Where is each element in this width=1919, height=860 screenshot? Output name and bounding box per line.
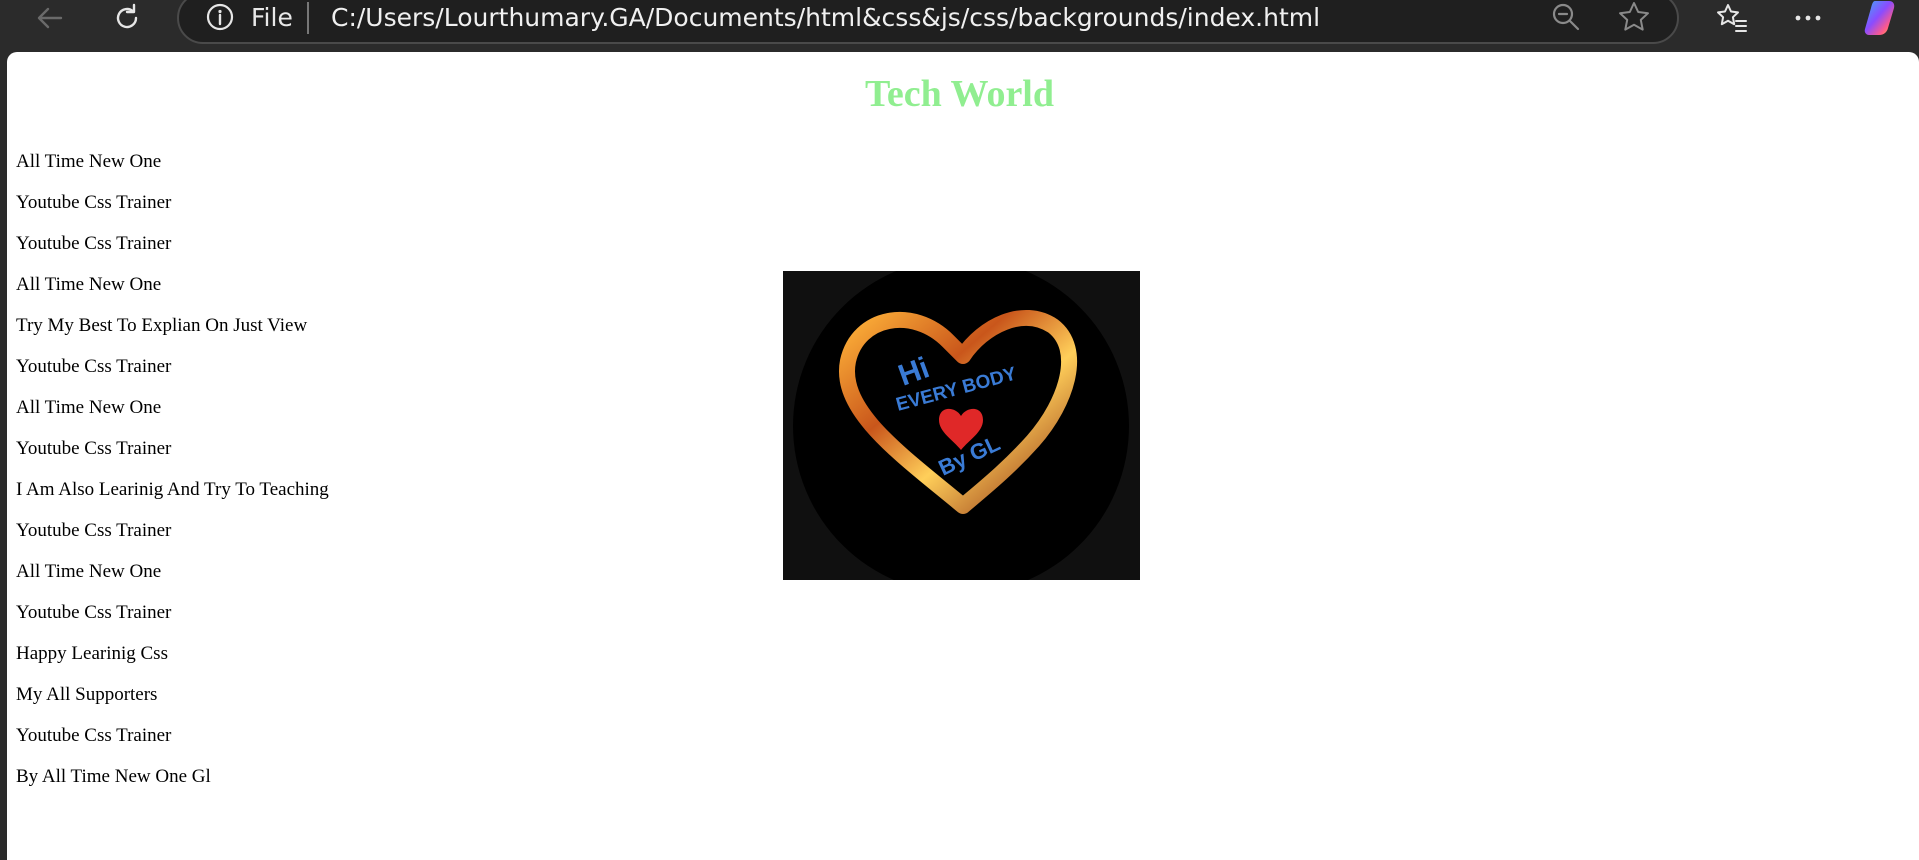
- favorite-star-icon[interactable]: [1617, 0, 1651, 34]
- more-options-button[interactable]: [1784, 0, 1832, 36]
- list-item: Youtube Css Trainer: [16, 438, 172, 459]
- list-item: All Time New One: [16, 397, 162, 418]
- back-arrow-icon: [37, 7, 63, 29]
- list-item: I Am Also Learinig And Try To Teaching: [16, 479, 329, 500]
- zoom-out-icon[interactable]: [1551, 2, 1581, 32]
- address-bar[interactable]: File C:/Users/Lourthumary.GA/Documents/h…: [177, 0, 1679, 44]
- address-separator: [307, 2, 309, 34]
- page-viewport: Tech World All Time New One Youtube Css …: [7, 52, 1919, 860]
- copilot-button[interactable]: [1860, 0, 1908, 36]
- list-item: Youtube Css Trainer: [16, 725, 172, 746]
- list-item: Happy Learinig Css: [16, 643, 168, 664]
- list-item: All Time New One: [16, 274, 162, 295]
- list-item: Try My Best To Explian On Just View: [16, 315, 308, 336]
- background-logo-image: Hi EVERY BODY By GL: [783, 258, 1140, 594]
- list-item: By All Time New One Gl: [16, 766, 211, 787]
- list-item: Youtube Css Trainer: [16, 602, 172, 623]
- file-scheme-label: File: [251, 3, 293, 32]
- refresh-button[interactable]: [103, 0, 151, 36]
- url-text[interactable]: C:/Users/Lourthumary.GA/Documents/html&c…: [331, 3, 1320, 32]
- text-lines-list: All Time New One Youtube Css Trainer You…: [16, 141, 329, 797]
- info-icon[interactable]: [205, 2, 235, 32]
- browser-toolbar: File C:/Users/Lourthumary.GA/Documents/h…: [0, 0, 1919, 52]
- page-title: Tech World: [865, 73, 1054, 115]
- list-item: All Time New One: [16, 561, 162, 582]
- copilot-icon: [1864, 1, 1895, 35]
- list-item: Youtube Css Trainer: [16, 356, 172, 377]
- list-item: All Time New One: [16, 151, 162, 172]
- favorites-list-icon: [1717, 4, 1747, 32]
- refresh-icon: [116, 3, 138, 29]
- favorites-button[interactable]: [1708, 0, 1756, 36]
- list-item: Youtube Css Trainer: [16, 192, 172, 213]
- more-options-icon: [1795, 15, 1821, 21]
- back-button[interactable]: [26, 0, 74, 36]
- list-item: Youtube Css Trainer: [16, 233, 172, 254]
- list-item: Youtube Css Trainer: [16, 520, 172, 541]
- list-item: My All Supporters: [16, 684, 158, 705]
